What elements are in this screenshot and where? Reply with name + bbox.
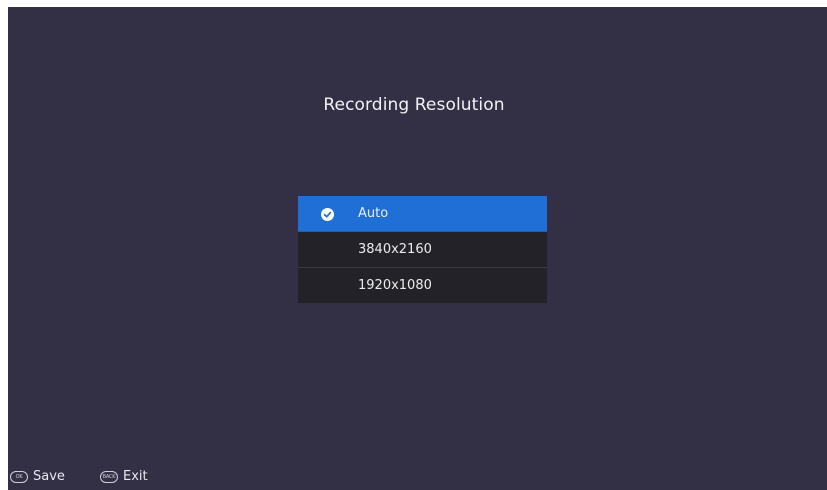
- exit-hint[interactable]: BACK Exit: [100, 469, 148, 484]
- back-key-icon: BACK: [100, 470, 118, 483]
- resolution-screen: Recording Resolution Auto 3840x2160 1920…: [8, 7, 827, 490]
- option-label: 3840x2160: [358, 242, 432, 257]
- option-label: 1920x1080: [358, 278, 432, 293]
- check-circle-icon: [321, 207, 334, 221]
- ok-key-icon: OK: [10, 470, 28, 483]
- option-3840x2160[interactable]: 3840x2160: [298, 232, 547, 268]
- option-1920x1080[interactable]: 1920x1080: [298, 268, 547, 303]
- footer-hints: OK Save BACK Exit: [8, 466, 827, 488]
- exit-label: Exit: [123, 469, 148, 484]
- save-hint[interactable]: OK Save: [10, 469, 65, 484]
- option-auto[interactable]: Auto: [298, 196, 547, 232]
- option-label: Auto: [358, 206, 389, 221]
- page-title: Recording Resolution: [323, 95, 505, 115]
- resolution-menu: Auto 3840x2160 1920x1080: [298, 196, 547, 303]
- save-label: Save: [33, 469, 65, 484]
